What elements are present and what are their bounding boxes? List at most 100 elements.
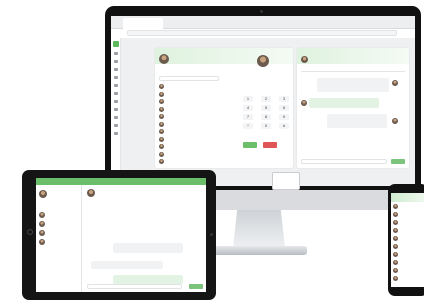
message-avatar <box>392 118 398 124</box>
calendar-nav-icon[interactable] <box>114 76 118 79</box>
phone-nav-icon[interactable] <box>114 68 118 71</box>
tablet-message-input[interactable] <box>87 284 182 289</box>
dial-key[interactable]: 2 <box>261 96 271 102</box>
tablet-send-button[interactable] <box>189 284 203 289</box>
dial-key[interactable]: 8 <box>261 114 271 120</box>
contact-search-input[interactable] <box>159 76 219 81</box>
contact-list <box>159 74 219 166</box>
chat-message <box>327 114 387 128</box>
list-item[interactable] <box>159 158 219 166</box>
dial-key[interactable]: 3 <box>279 96 289 102</box>
tablet-header <box>36 178 206 185</box>
corner-popup <box>272 172 300 190</box>
browser-toolbar <box>111 16 415 29</box>
monitor-base <box>213 246 307 255</box>
tablet-chat <box>83 185 206 292</box>
dial-key[interactable]: * <box>243 123 253 129</box>
dial-key[interactable]: 0 <box>261 123 271 129</box>
chat-panel-header <box>297 48 409 64</box>
list-item[interactable] <box>391 226 424 234</box>
list-item[interactable] <box>159 143 219 151</box>
dialer <box>237 54 289 72</box>
help-nav-icon[interactable] <box>114 132 118 135</box>
list-item[interactable] <box>159 106 219 114</box>
marketing-device-mockup: 1 2 3 4 5 6 7 8 9 * 0 # <box>0 0 424 302</box>
history-nav-icon[interactable] <box>114 116 118 119</box>
phone-device <box>388 184 424 296</box>
list-item[interactable] <box>159 151 219 159</box>
list-item[interactable] <box>159 83 219 91</box>
dial-key[interactable]: 9 <box>279 114 289 120</box>
browser-tab[interactable] <box>123 18 163 29</box>
chat-message-input[interactable] <box>301 159 387 164</box>
list-item[interactable] <box>159 136 219 144</box>
list-item[interactable] <box>39 210 78 219</box>
web-app: 1 2 3 4 5 6 7 8 9 * 0 # <box>111 38 415 186</box>
dial-keypad: 1 2 3 4 5 6 7 8 9 * 0 # <box>243 96 289 129</box>
chat-tabs <box>301 68 405 72</box>
current-user <box>159 54 172 64</box>
dial-key[interactable]: 5 <box>261 105 271 111</box>
phone-header <box>391 193 424 202</box>
user-avatar <box>159 54 169 64</box>
send-button[interactable] <box>391 159 405 164</box>
list-item[interactable] <box>159 91 219 99</box>
list-item[interactable] <box>391 266 424 274</box>
list-item[interactable] <box>39 237 78 246</box>
call-button[interactable] <box>243 142 257 148</box>
list-item[interactable] <box>391 234 424 242</box>
icon-rail <box>111 38 121 186</box>
address-bar[interactable] <box>127 30 397 36</box>
tablet-contact-list <box>39 210 78 246</box>
chat-panel <box>297 48 409 168</box>
chat-message <box>91 261 163 269</box>
list-item[interactable] <box>391 250 424 258</box>
settings-nav-icon[interactable] <box>114 124 118 127</box>
list-item[interactable] <box>391 258 424 266</box>
list-item[interactable] <box>39 219 78 228</box>
dial-key[interactable]: 6 <box>279 105 289 111</box>
message-avatar <box>392 80 398 86</box>
video-nav-icon[interactable] <box>114 100 118 103</box>
tablet-sidebar <box>36 185 82 292</box>
groups-nav-icon[interactable] <box>114 108 118 111</box>
list-item[interactable] <box>391 210 424 218</box>
tablet-chat-contact <box>87 189 95 197</box>
dial-key[interactable]: 1 <box>243 96 253 102</box>
tablet-user <box>39 188 78 200</box>
list-item[interactable] <box>159 121 219 129</box>
message-avatar <box>301 100 307 106</box>
list-item[interactable] <box>391 242 424 250</box>
tablet-camera <box>210 233 213 236</box>
list-item[interactable] <box>391 202 424 210</box>
list-item[interactable] <box>159 98 219 106</box>
list-item[interactable] <box>159 113 219 121</box>
chat-contact <box>301 56 310 63</box>
list-item[interactable] <box>39 228 78 237</box>
contacts-panel: 1 2 3 4 5 6 7 8 9 * 0 # <box>155 48 293 168</box>
tablet-device <box>22 170 216 300</box>
chat-message <box>113 243 183 253</box>
hangup-button[interactable] <box>263 142 277 148</box>
dial-key[interactable]: # <box>279 123 289 129</box>
tablet-screen <box>36 178 206 292</box>
chat-message <box>113 275 183 284</box>
dial-key[interactable]: 7 <box>243 114 253 120</box>
list-item[interactable] <box>159 128 219 136</box>
mail-nav-icon[interactable] <box>114 84 118 87</box>
dialer-contact-avatar <box>257 55 269 67</box>
contacts-nav-icon[interactable] <box>114 52 118 55</box>
desktop-screen: 1 2 3 4 5 6 7 8 9 * 0 # <box>111 16 415 186</box>
files-nav-icon[interactable] <box>114 92 118 95</box>
list-item[interactable] <box>391 274 424 282</box>
call-controls <box>243 142 277 148</box>
dial-key[interactable]: 4 <box>243 105 253 111</box>
home-button[interactable] <box>27 229 33 235</box>
webcam <box>260 10 263 13</box>
app-logo-icon[interactable] <box>113 41 119 47</box>
chat-message <box>309 98 379 108</box>
chat-nav-icon[interactable] <box>114 60 118 63</box>
list-item[interactable] <box>391 218 424 226</box>
phone-screen <box>391 193 424 287</box>
chat-contact-avatar <box>301 56 308 63</box>
